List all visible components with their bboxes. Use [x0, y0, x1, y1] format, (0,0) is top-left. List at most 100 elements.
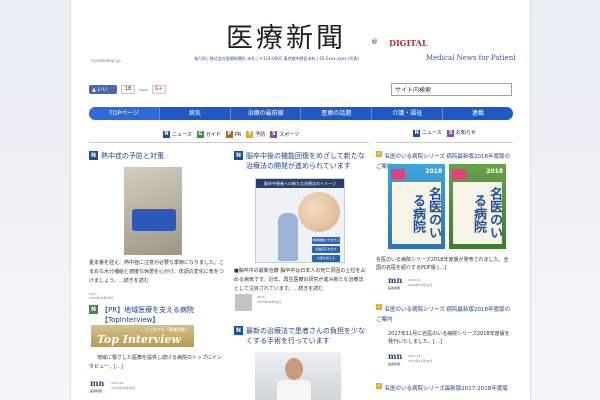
article-body: 夏本番を迎え、熱中症に注意が必要な季節になりました。こまめな水分補給と適度な休憩…	[89, 260, 225, 284]
article-excerpt: 地域に根ざした医療を提供し続ける病院のトップにインタビュー。[…]	[89, 354, 224, 372]
guide-icon: G	[196, 131, 204, 138]
author-avatar	[235, 294, 252, 311]
filter-sports[interactable]: S スポーツ	[270, 131, 299, 138]
article-meta: 2017.11	[408, 354, 421, 358]
article-header: N 脳卒中後の機能回復をめざして新たな治療法の開発が進められています	[234, 151, 367, 171]
nav-item-treatment[interactable]: 治療の最前線	[231, 107, 302, 120]
small-site-logo[interactable]: iryoshimbun.jp	[91, 58, 121, 63]
article-meta: 2015.08	[111, 381, 124, 385]
filter-guide[interactable]: G ガイド	[196, 131, 221, 138]
article-title[interactable]: 脳卒中後の機能回復をめざして新たな治療法の開発が進められています	[246, 151, 367, 171]
doctor-face	[285, 358, 303, 380]
person-figure	[278, 213, 298, 261]
article-card: N 【PR】地域医療を支える病院【TopInterview】	[89, 305, 224, 325]
sidebar-item-icon: U	[376, 151, 382, 157]
treatment-diagram[interactable]: 脳卒中患者への新たな治療法のイメージ 神経細胞に分化する 栄養因子を出す 炎症を…	[255, 178, 345, 263]
article-card: N 最新の治療法で患者さんの負担を少なくする手術を行っています	[234, 326, 367, 346]
pr-badge-icon: N	[89, 305, 98, 314]
filter-prevention[interactable]: Y 予防	[246, 131, 265, 138]
mn-logo-sub: 医療新聞	[388, 286, 401, 290]
social-buttons: ▲ いいね！ 18 Tweet G+	[89, 85, 166, 100]
book-cover[interactable]: 2018 名医のいる病院	[388, 164, 445, 249]
book-cover[interactable]: 2018 名医のいる病院	[449, 164, 506, 249]
brain-illustration	[298, 192, 340, 232]
article-date: 2018年02月10日	[408, 283, 433, 287]
book-year: 2018	[425, 168, 442, 175]
search-input[interactable]	[391, 83, 512, 96]
article-meta: 2018.02	[408, 278, 421, 282]
sidebar-item-body: 名医のいる病院シリーズ2018年度版が発売されました。全国の名医を紹介するPDF…	[376, 257, 509, 271]
tweet-label[interactable]: Tweet	[139, 88, 148, 92]
doctor-photo[interactable]	[255, 352, 341, 400]
mn-logo: mn	[388, 351, 403, 361]
nav-item-top[interactable]: TOPページ	[89, 107, 160, 120]
article-date: 2015年08月09日	[111, 386, 136, 390]
filter-news[interactable]: N ニュース	[163, 131, 192, 138]
registered-mark: ®	[371, 38, 378, 46]
mn-logo: mn	[388, 275, 403, 285]
notice-icon: S	[447, 130, 455, 137]
article-meta: 2015	[257, 295, 265, 299]
diagram-label: 栄養因子を出す	[312, 246, 340, 253]
news-badge-icon: N	[89, 151, 98, 160]
diagram-title: 脳卒中患者への新たな治療法のイメージ	[256, 179, 344, 188]
thumb-up-icon: ▲	[92, 87, 96, 93]
category-filters: N ニュース G ガイド P PR Y 予防 S スポーツ	[163, 131, 299, 138]
sidebar-header: N ニュース S お知らせ	[413, 130, 476, 137]
article-photo[interactable]	[124, 167, 182, 255]
google-plus-button[interactable]: G+	[151, 85, 166, 94]
sidebar-item: U 名医のいる病院シリーズ 病院最新版2018年度版のご案内	[376, 304, 513, 324]
sidebar-item-icon: U	[376, 383, 382, 389]
diagram-label: 炎症を抑える	[312, 255, 340, 262]
article-card: N 熱中症の予防と対策	[89, 151, 224, 161]
sidebar-item: U 名医のいる病院シリーズ最新版2017-2018年度版	[376, 383, 513, 393]
sidebar-item-title[interactable]: 名医のいる病院シリーズ 病院最新版2018年度版のご案内	[376, 307, 510, 323]
article-body: ■脳卒中の最新治療 脳卒中は日本人の死亡原因の上位を占める病気です。近年、再生医…	[234, 268, 366, 292]
site-tagline: Medical News for Patient	[426, 54, 517, 62]
nav-item-topics[interactable]: 医療の話題	[301, 107, 373, 120]
article-date: 2015年08月09日	[257, 300, 282, 304]
article-title[interactable]: 最新の治療法で患者さんの負担を少なくする手術を行っています	[246, 326, 367, 346]
news-badge-icon: N	[234, 151, 243, 160]
sidebar-excerpt: 名医のいる病院シリーズ2018年度版が発売されました。全国の名医を紹介するPDF…	[376, 256, 513, 272]
nav-item-series[interactable]: 連載	[443, 107, 513, 120]
article-date: 2015年08月09日	[89, 296, 114, 300]
mn-logo-sub: 医療新聞	[90, 389, 103, 393]
blood-pressure-cuff	[132, 209, 176, 231]
facebook-like-button[interactable]: ▲ いいね！	[89, 85, 117, 100]
sidebar-item-body: 2017年11月に名医のいる病院シリーズ2018年度版を発刊いたしました。[…]	[388, 331, 510, 345]
digital-label: DIGITAL	[389, 38, 428, 48]
news-icon: N	[413, 130, 421, 137]
article-header: N 【PR】地域医療を支える病院【TopInterview】	[89, 305, 224, 325]
page-container: 医療新聞 ® DIGITAL iryoshimbun.jp 発行所 | 株式会社…	[70, 0, 531, 400]
article-excerpt: ■脳卒中の最新治療 脳卒中は日本人の死亡原因の上位を占める病気です。近年、再生医…	[234, 267, 367, 294]
sidebar-excerpt: 2017年11月に名医のいる病院シリーズ2018年度版を発刊いたしました。[…]	[376, 330, 513, 346]
pr-icon: P	[225, 131, 233, 138]
book-tag	[391, 169, 405, 179]
book-title: 名医のいる病院	[453, 182, 502, 244]
article-date: 2017年11月09日	[408, 359, 433, 363]
book-tag	[452, 169, 466, 179]
sidebar-item-icon: U	[376, 304, 382, 310]
mn-logo-sub: 医療新聞	[388, 362, 401, 366]
article-title[interactable]: 熱中症の予防と対策	[101, 151, 164, 161]
nav-item-care[interactable]: 介護・福祉	[372, 107, 444, 120]
top-interview-banner[interactable]: どこまでも「患者目線」 Top Interview	[91, 325, 194, 347]
site-title[interactable]: 医療新聞	[226, 16, 346, 55]
mn-logo: mn	[90, 378, 105, 388]
news-badge-icon: N	[234, 326, 243, 335]
article-card: N 脳卒中後の機能回復をめざして新たな治療法の開発が進められています	[234, 151, 367, 171]
divider	[89, 142, 369, 143]
book-title: 名医のいる病院	[392, 182, 441, 244]
nav-item-disease[interactable]: 病気	[160, 107, 231, 120]
article-excerpt: 夏本番を迎え、熱中症に注意が必要な季節になりました。こまめな水分補給と適度な休憩…	[89, 259, 224, 300]
sports-icon: S	[270, 131, 278, 138]
article-header: N 熱中症の予防と対策	[89, 151, 224, 161]
prevention-icon: Y	[246, 131, 254, 138]
filter-pr[interactable]: P PR	[225, 131, 241, 138]
sidebar-item-title[interactable]: 名医のいる病院シリーズ最新版2017-2018年度版	[385, 386, 508, 392]
main-nav: TOPページ 病気 治療の最前線 医療の話題 介護・福祉 連載	[89, 107, 513, 120]
diagram-label: 神経細胞に分化する	[312, 237, 340, 244]
article-title[interactable]: 【PR】地域医療を支える病院【TopInterview】	[101, 305, 224, 325]
doctor-coat	[277, 380, 311, 400]
